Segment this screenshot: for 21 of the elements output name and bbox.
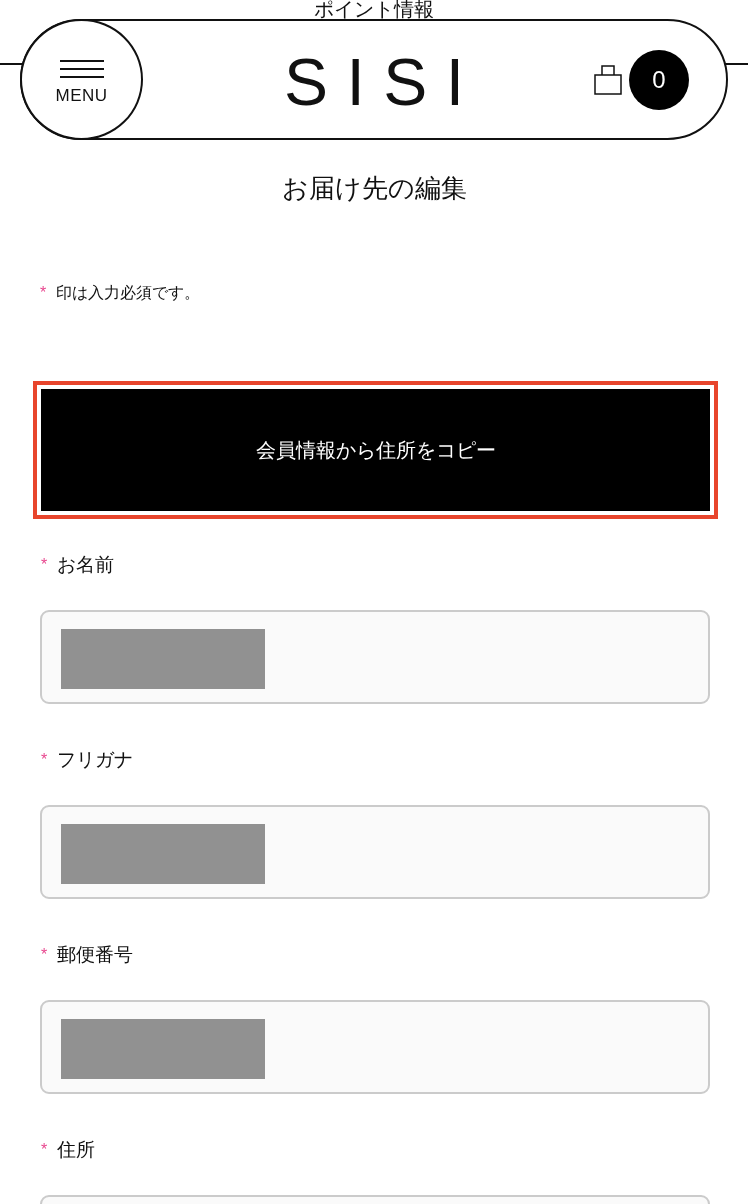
page-title: お届け先の編集 <box>280 172 468 205</box>
input-field[interactable] <box>40 1000 710 1094</box>
required-mark: * <box>41 945 48 965</box>
menu-icon <box>59 59 104 78</box>
field-label: 郵便番号 <box>57 943 134 967</box>
brand-logo[interactable]: SISI <box>283 42 483 117</box>
required-mark: * <box>41 1140 48 1160</box>
field-label: フリガナ <box>57 748 134 772</box>
required-mark: * <box>41 750 48 770</box>
required-note-text: 印は入力必須です。 <box>56 283 201 303</box>
field-label: お名前 <box>57 553 115 577</box>
field-label: 住所 <box>57 1138 96 1162</box>
required-mark: * <box>41 555 48 575</box>
input-field[interactable] <box>40 805 710 899</box>
copy-address-button[interactable]: 会員情報から住所をコピー <box>33 381 718 519</box>
top-link-text[interactable]: ポイント情報 <box>0 0 748 19</box>
required-mark: * <box>40 283 47 303</box>
input-field[interactable] <box>40 610 710 704</box>
cart-count-badge[interactable]: 0 <box>629 49 689 110</box>
menu-button[interactable]: MENU <box>20 19 143 140</box>
shopping-bag-icon[interactable] <box>594 64 622 95</box>
